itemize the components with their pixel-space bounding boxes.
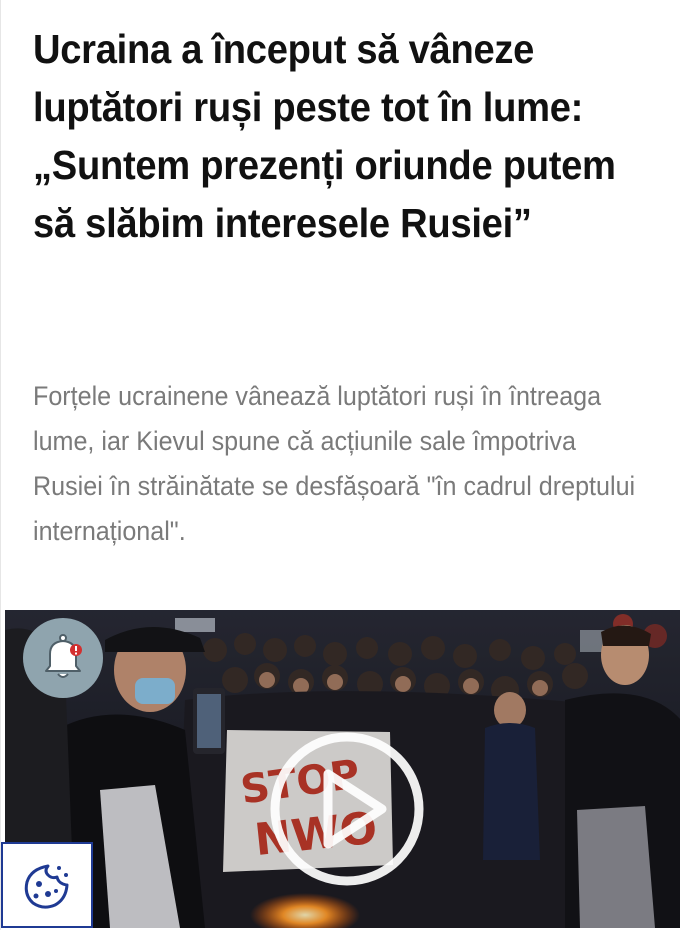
- article-headline[interactable]: Ucraina a început să vâneze luptători ru…: [33, 20, 665, 252]
- article-lead: Forțele ucrainene vânează luptători ruși…: [33, 381, 636, 546]
- cookie-settings-button[interactable]: [1, 842, 93, 928]
- cookie-icon: [24, 864, 69, 909]
- play-button[interactable]: [268, 730, 426, 888]
- article-card: Ucraina a început să vâneze luptători ru…: [0, 0, 680, 930]
- bell-icon: [45, 634, 82, 678]
- play-icon: [323, 769, 387, 849]
- video-thumbnail[interactable]: STOP NWO: [5, 610, 680, 928]
- notification-bell-button[interactable]: [23, 618, 103, 698]
